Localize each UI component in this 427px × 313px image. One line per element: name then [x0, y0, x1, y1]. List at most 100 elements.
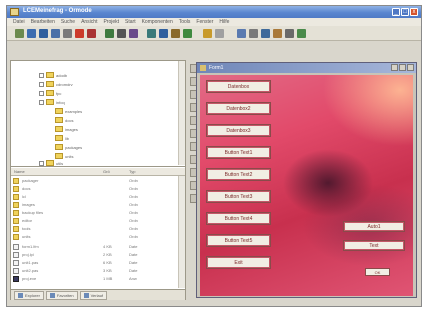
- menu-item[interactable]: Projekt: [103, 18, 119, 26]
- folder-icon: [13, 202, 19, 208]
- expander-icon[interactable]: [39, 72, 44, 78]
- tree-node[interactable]: cdromdrv: [39, 80, 73, 88]
- close-button[interactable]: x: [410, 8, 418, 16]
- tree-node[interactable]: fpc: [39, 89, 61, 97]
- build-icon[interactable]: [171, 28, 180, 38]
- tab-favorites[interactable]: Favoriten: [45, 290, 78, 300]
- tree-node[interactable]: packages: [55, 143, 82, 151]
- form-button[interactable]: Button Text1: [206, 146, 271, 159]
- tree-node[interactable]: infoq: [39, 98, 65, 106]
- form-minimize-button[interactable]: [391, 64, 398, 71]
- palette-icon[interactable]: [261, 28, 270, 38]
- menu-item[interactable]: Bearbeiten: [31, 18, 55, 26]
- stop-icon[interactable]: [117, 28, 126, 38]
- file-row[interactable]: unit2.pas 3 KB Date: [11, 267, 177, 275]
- form-button-right[interactable]: Auto1: [343, 221, 405, 232]
- app-icon: [10, 8, 19, 16]
- copy-icon[interactable]: [75, 28, 84, 38]
- file-row[interactable]: units Ordn: [11, 233, 177, 241]
- menu-item[interactable]: Tools: [179, 18, 191, 26]
- file-row[interactable]: proj.lpi 2 KB Date: [11, 251, 177, 259]
- column-header-size[interactable]: Grö: [103, 169, 110, 174]
- palette-icon[interactable]: [273, 28, 282, 38]
- menu-item[interactable]: Komponenten: [142, 18, 173, 26]
- tree-node[interactable]: docs: [55, 116, 73, 124]
- expander-icon[interactable]: [39, 90, 44, 96]
- menu-item[interactable]: Start: [125, 18, 136, 26]
- tree-node[interactable]: examples: [55, 107, 82, 115]
- form-button-right[interactable]: Text: [343, 240, 405, 251]
- toggle-icon[interactable]: [159, 28, 168, 38]
- file-list-scrollbar[interactable]: [178, 176, 185, 288]
- form-maximize-button[interactable]: [399, 64, 406, 71]
- debug-icon[interactable]: [183, 28, 192, 38]
- form-designer-window: Form1 Datenbox Datenbox2 Datenbox3 Butto…: [196, 62, 417, 298]
- tab-history[interactable]: Verlauf: [79, 290, 108, 300]
- open-icon[interactable]: [27, 28, 36, 38]
- file-row[interactable]: unit1.pas 6 KB Date: [11, 259, 177, 267]
- file-row[interactable]: packager Ordn: [11, 177, 177, 185]
- expander-icon[interactable]: [39, 81, 44, 87]
- menu-item[interactable]: Suche: [61, 18, 75, 26]
- file-row[interactable]: editor Ordn: [11, 217, 177, 225]
- form-close-button[interactable]: [407, 64, 414, 71]
- form-title-bar[interactable]: Form1: [197, 63, 416, 73]
- file-row[interactable]: lcl Ordn: [11, 193, 177, 201]
- file-row[interactable]: tools Ordn: [11, 225, 177, 233]
- palette-icon[interactable]: [285, 28, 294, 38]
- maximize-button[interactable]: □: [401, 8, 409, 16]
- tree-node[interactable]: adodb: [39, 71, 67, 79]
- file-row[interactable]: backup files Ordn: [11, 209, 177, 217]
- form-button[interactable]: Button Text3: [206, 190, 271, 203]
- file-icon: [13, 260, 19, 266]
- palette-icon[interactable]: [237, 28, 246, 38]
- title-bar[interactable]: LCEMeinefrag - Ormode _ □ x: [7, 6, 421, 18]
- file-row[interactable]: docs Ordn: [11, 185, 177, 193]
- cut-icon[interactable]: [63, 28, 72, 38]
- tab-explorer[interactable]: Explorer: [14, 290, 44, 300]
- folder-icon: [13, 186, 19, 192]
- column-header-type[interactable]: Typ: [129, 169, 135, 174]
- file-list-header: Name Grö Typ: [11, 168, 185, 176]
- unit-icon[interactable]: [147, 28, 156, 38]
- form-button[interactable]: Button Text5: [206, 234, 271, 247]
- exit-button[interactable]: Exit: [206, 256, 271, 269]
- save-all-icon[interactable]: [51, 28, 60, 38]
- file-row[interactable]: images Ordn: [11, 201, 177, 209]
- form-button[interactable]: Button Text2: [206, 168, 271, 181]
- column-header-name[interactable]: Name: [14, 169, 25, 174]
- form-icon[interactable]: [129, 28, 138, 38]
- tree-node[interactable]: utils: [39, 159, 63, 167]
- paste-icon[interactable]: [87, 28, 96, 38]
- folder-tree: adodb cdromdrv fpc infoq examples docs i…: [11, 61, 185, 167]
- form-button[interactable]: Datenbox: [206, 80, 271, 93]
- form-button[interactable]: Datenbox3: [206, 124, 271, 137]
- new-icon[interactable]: [15, 28, 24, 38]
- tree-scrollbar[interactable]: [178, 61, 185, 165]
- bottom-tab-bar: Explorer Favoriten Verlauf: [11, 289, 185, 300]
- palette-icon[interactable]: [249, 28, 258, 38]
- file-row[interactable]: form1.lfm 4 KB Date: [11, 243, 177, 251]
- expander-icon[interactable]: [39, 99, 44, 105]
- tree-node[interactable]: lib: [55, 134, 69, 142]
- menu-item[interactable]: Hilfe: [219, 18, 229, 26]
- form-canvas[interactable]: Datenbox Datenbox2 Datenbox3 Button Text…: [200, 75, 413, 296]
- palette-icon[interactable]: [297, 28, 306, 38]
- run-icon[interactable]: [105, 28, 114, 38]
- minimize-button[interactable]: _: [392, 8, 400, 16]
- form-button[interactable]: Button Text4: [206, 212, 271, 225]
- menu-item[interactable]: Datei: [13, 18, 25, 26]
- step-icon[interactable]: [203, 28, 212, 38]
- ok-small-button[interactable]: OK: [365, 268, 390, 276]
- menu-item[interactable]: Ansicht: [81, 18, 97, 26]
- favorites-icon: [49, 292, 55, 298]
- file-row[interactable]: proj.exe 1 MB Anw: [11, 275, 177, 283]
- save-icon[interactable]: [39, 28, 48, 38]
- file-icon: [13, 252, 19, 258]
- help-icon[interactable]: [215, 28, 224, 38]
- expander-icon[interactable]: [39, 160, 44, 166]
- menu-item[interactable]: Fenster: [196, 18, 213, 26]
- history-icon: [83, 292, 89, 298]
- tree-node[interactable]: images: [55, 125, 78, 133]
- form-button[interactable]: Datenbox2: [206, 102, 271, 115]
